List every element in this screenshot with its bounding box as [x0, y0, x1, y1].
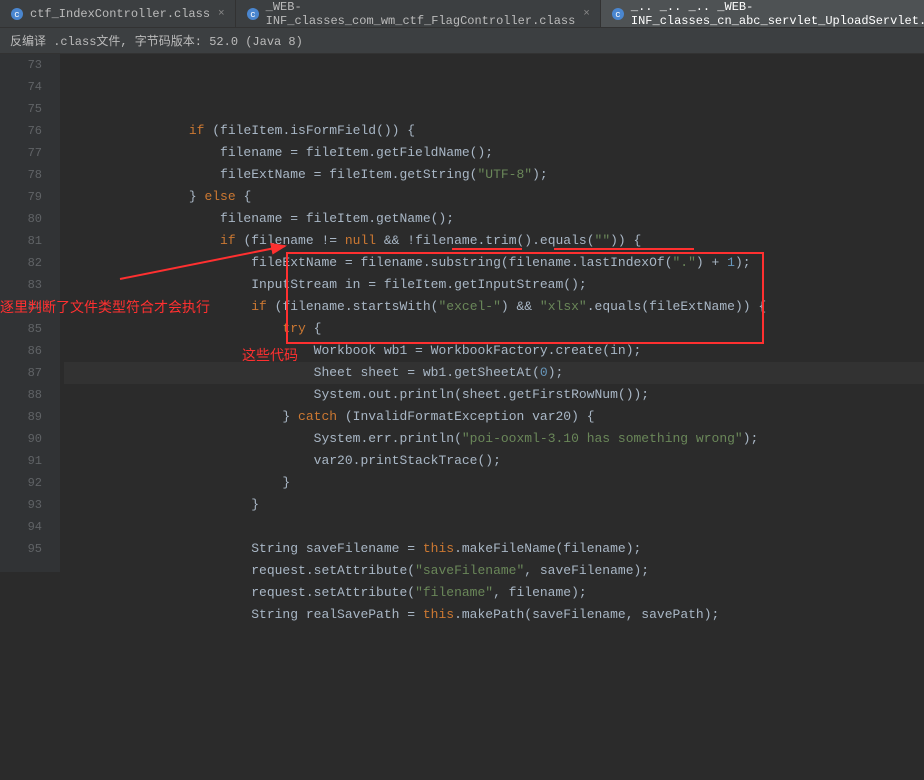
svg-text:c: c — [615, 10, 620, 20]
line-number: 76 — [0, 120, 42, 142]
code-line[interactable]: request.setAttribute("saveFilename", sav… — [64, 560, 924, 582]
annotation-left: 逐里判断了文件类型符合才会执行 — [0, 296, 210, 318]
code-line[interactable]: } catch (InvalidFormatException var20) { — [64, 406, 924, 428]
code-line[interactable]: var20.printStackTrace(); — [64, 450, 924, 472]
tab-index-controller[interactable]: c ctf_IndexController.class × — [0, 0, 236, 27]
underline-xlsx — [554, 248, 694, 250]
close-icon[interactable]: × — [583, 8, 590, 20]
line-number: 75 — [0, 98, 42, 120]
tab-label: ctf_IndexController.class — [30, 7, 210, 21]
line-number: 77 — [0, 142, 42, 164]
code-line[interactable]: filename = fileItem.getName(); — [64, 208, 924, 230]
line-number: 83 — [0, 274, 42, 296]
code-area[interactable]: if (fileItem.isFormField()) { filename =… — [60, 54, 924, 572]
code-line[interactable]: fileExtName = fileItem.getString("UTF-8"… — [64, 164, 924, 186]
line-number: 80 — [0, 208, 42, 230]
line-number: 85 — [0, 318, 42, 340]
underline-excel — [452, 248, 522, 250]
class-icon: c — [10, 7, 24, 21]
code-line[interactable]: String saveFilename = this.makeFileName(… — [64, 538, 924, 560]
line-number: 95 — [0, 538, 42, 560]
line-number: 78 — [0, 164, 42, 186]
tab-flag-controller[interactable]: c _WEB-INF_classes_com_wm_ctf_FlagContro… — [236, 0, 601, 27]
line-number: 94 — [0, 516, 42, 538]
code-line[interactable]: System.err.println("poi-ooxml-3.10 has s… — [64, 428, 924, 450]
code-line[interactable]: } — [64, 472, 924, 494]
tab-upload-servlet[interactable]: c _.. _.. _.. _WEB-INF_classes_cn_abc_se… — [601, 0, 924, 27]
code-line[interactable]: String realSavePath = this.makePath(save… — [64, 604, 924, 626]
decompile-info-bar: 反编译 .class文件, 字节码版本: 52.0 (Java 8) — [0, 28, 924, 54]
code-line[interactable]: if (fileItem.isFormField()) { — [64, 120, 924, 142]
tab-label: _.. _.. _.. _WEB-INF_classes_cn_abc_serv… — [631, 0, 924, 28]
class-icon: c — [246, 7, 260, 21]
line-number: 79 — [0, 186, 42, 208]
svg-text:c: c — [250, 10, 255, 20]
line-number: 86 — [0, 340, 42, 362]
code-line[interactable]: System.out.println(sheet.getFirstRowNum(… — [64, 384, 924, 406]
code-line[interactable]: try { — [64, 318, 924, 340]
line-number: 87 — [0, 362, 42, 384]
svg-text:c: c — [14, 10, 19, 20]
code-line[interactable]: } else { — [64, 186, 924, 208]
line-number: 88 — [0, 384, 42, 406]
line-number: 74 — [0, 76, 42, 98]
line-number: 90 — [0, 428, 42, 450]
class-icon: c — [611, 7, 625, 21]
code-line[interactable]: Sheet sheet = wb1.getSheetAt(0); — [64, 362, 924, 384]
arrow-annotation — [120, 244, 300, 284]
line-number: 82 — [0, 252, 42, 274]
line-number: 73 — [0, 54, 42, 76]
line-number: 91 — [0, 450, 42, 472]
line-number: 81 — [0, 230, 42, 252]
code-line[interactable]: request.setAttribute("filename", filenam… — [64, 582, 924, 604]
code-editor[interactable]: 7374757677787980818283848586878889909192… — [0, 54, 924, 572]
line-number: 89 — [0, 406, 42, 428]
tab-label: _WEB-INF_classes_com_wm_ctf_FlagControll… — [266, 0, 576, 28]
code-line[interactable]: filename = fileItem.getFieldName(); — [64, 142, 924, 164]
close-icon[interactable]: × — [218, 8, 225, 20]
code-line[interactable]: } — [64, 494, 924, 516]
line-number: 93 — [0, 494, 42, 516]
code-line[interactable]: Workbook wb1 = WorkbookFactory.create(in… — [64, 340, 924, 362]
annotation-right: 这些代码 — [242, 344, 298, 366]
line-number: 92 — [0, 472, 42, 494]
code-line[interactable] — [64, 516, 924, 538]
tab-bar: c ctf_IndexController.class × c _WEB-INF… — [0, 0, 924, 28]
